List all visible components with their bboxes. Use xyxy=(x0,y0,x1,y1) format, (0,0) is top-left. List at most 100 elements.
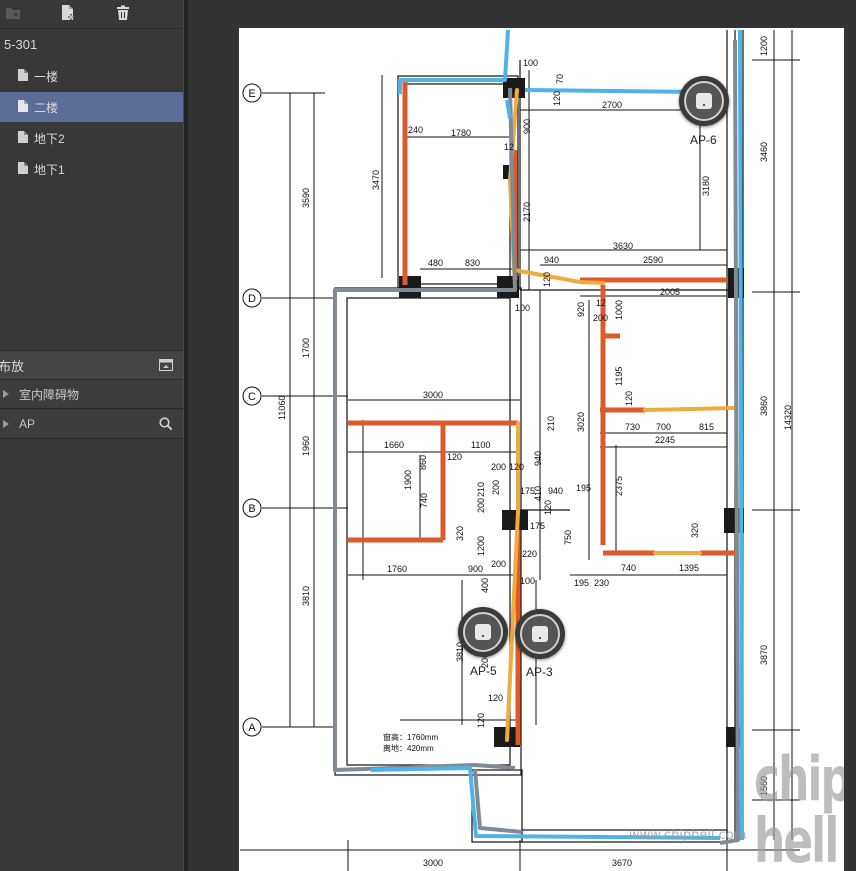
axis-label: C xyxy=(248,391,256,403)
tree-root-label[interactable]: 5-301 xyxy=(4,37,37,52)
document-icon xyxy=(18,161,28,177)
dimension-text: 1100 xyxy=(471,440,490,450)
axis-label: E xyxy=(248,88,255,100)
tree-item-label: 地下2 xyxy=(34,131,65,146)
ap-label: AP-6 xyxy=(690,133,717,147)
ap-label: AP-5 xyxy=(470,664,497,678)
dimension-text: 230 xyxy=(594,578,609,588)
tree-item-basement-2[interactable]: 地下2 xyxy=(0,123,183,153)
dimension-text: 860 xyxy=(418,455,428,470)
document-icon xyxy=(18,130,28,146)
dimension-text: 3810 xyxy=(301,586,311,606)
dimension-text: 3180 xyxy=(701,176,711,196)
dimension-text: 700 xyxy=(656,422,671,432)
dimension-text: 1660 xyxy=(384,440,404,450)
dimension-text: 70 xyxy=(555,74,565,84)
dimension-text: 100 xyxy=(523,58,538,68)
tree-item-floor-2[interactable]: 二楼 xyxy=(0,92,183,122)
expand-arrow-icon[interactable] xyxy=(3,390,9,398)
dimension-text: 900 xyxy=(468,564,483,574)
tree-item-label: 地下1 xyxy=(34,162,65,177)
collapse-panel-icon[interactable] xyxy=(159,359,173,374)
dimension-text: 100 xyxy=(515,303,530,313)
dimension-text: 220 xyxy=(522,549,537,559)
dimension-text: 730 xyxy=(625,422,640,432)
dimension-text: 940 xyxy=(548,486,563,496)
group-label: 室内障碍物 xyxy=(19,387,80,402)
dimension-text: 1780 xyxy=(451,128,471,138)
dimension-text: 815 xyxy=(699,422,714,432)
dimension-text: 175 xyxy=(530,521,545,531)
new-file-icon[interactable] xyxy=(59,3,77,23)
delete-icon[interactable] xyxy=(114,3,132,23)
access-point-icon xyxy=(532,626,548,642)
dimension-text: 120 xyxy=(543,500,553,515)
dimension-text: 1700 xyxy=(301,338,311,358)
panel-title: 布放 xyxy=(0,358,25,374)
dimension-text: 210 xyxy=(476,482,486,497)
group-ap[interactable]: AP xyxy=(0,410,183,439)
tree-item-floor-1[interactable]: 一楼 xyxy=(0,61,183,91)
sill-height-note: 离地：420mm xyxy=(383,743,434,753)
expand-arrow-icon[interactable] xyxy=(3,420,9,428)
tree-item-basement-1[interactable]: 地下1 xyxy=(0,154,183,184)
dimension-text: 3870 xyxy=(759,645,769,665)
access-point-icon xyxy=(696,93,712,109)
dimension-text: 900 xyxy=(522,119,532,134)
dimension-text: 1200 xyxy=(759,36,769,56)
group-indoor-obstacles[interactable]: 室内障碍物 xyxy=(0,380,183,409)
ap-label: AP-3 xyxy=(526,665,553,679)
dimension-text: 200 xyxy=(491,462,506,472)
dimension-text: 2245 xyxy=(655,435,675,445)
dimension-text: 750 xyxy=(563,530,573,545)
dimension-text: 940 xyxy=(533,451,543,466)
dimension-text: 195 xyxy=(574,578,589,588)
document-icon xyxy=(18,68,28,84)
access-point-marker[interactable] xyxy=(515,609,565,659)
floorplan-canvas[interactable]: E D C B A 100 70 120 2700 1200 240 1780 … xyxy=(239,28,844,871)
dimension-text: 3020 xyxy=(576,412,586,432)
placement-panel-header: 布放 xyxy=(0,350,183,380)
dimension-text: 3000 xyxy=(423,390,443,400)
dimension-text: 200 xyxy=(476,498,486,513)
access-point-marker[interactable] xyxy=(679,76,729,126)
dimension-text: 120 xyxy=(488,693,503,703)
dimension-text: 2590 xyxy=(643,255,663,265)
window-height-note: 窗高：1760mm xyxy=(383,732,438,742)
watermark-url: www.chiphell.com xyxy=(629,828,747,843)
axis-label: D xyxy=(248,293,256,305)
dimension-text: 120 xyxy=(552,91,562,106)
tree-item-label: 一楼 xyxy=(34,69,59,84)
dimension-text: 11060 xyxy=(277,396,287,420)
dimension-text: 2375 xyxy=(614,476,624,496)
toolbar-divider xyxy=(0,28,183,29)
dimension-text: 1900 xyxy=(403,470,413,490)
dimension-text: 1195 xyxy=(614,367,624,386)
dimension-text: 3000 xyxy=(423,858,443,868)
dimension-text: 120 xyxy=(447,452,462,462)
dimension-text: 120 xyxy=(624,391,634,406)
sidebar: 5-301 一楼 二楼 地下2 地下1 布放 室内障碍物 AP xyxy=(0,0,183,871)
dimension-text: 3470 xyxy=(371,170,381,190)
dimension-text: 2005 xyxy=(660,287,680,297)
dimension-text: 1960 xyxy=(301,436,311,456)
dimension-text: 14320 xyxy=(783,405,793,430)
search-icon[interactable] xyxy=(159,417,173,434)
access-point-marker[interactable] xyxy=(458,607,508,657)
dimension-text: 120 xyxy=(476,713,486,728)
dimension-text: 120 xyxy=(509,462,524,472)
dimension-text: 120 xyxy=(542,272,552,287)
dimension-text: 12 xyxy=(504,142,514,152)
dimension-text: 2700 xyxy=(602,100,622,110)
new-folder-icon[interactable] xyxy=(4,3,22,23)
tree-item-label: 二楼 xyxy=(34,100,59,115)
dimension-text: 100 xyxy=(520,576,535,586)
dimension-text: 920 xyxy=(576,302,586,317)
dimension-text: 320 xyxy=(455,526,465,541)
dimension-text: 12 xyxy=(596,298,606,308)
dimension-text: 200 xyxy=(593,313,608,323)
dimension-text: 830 xyxy=(465,258,480,268)
document-icon xyxy=(18,99,28,115)
dimension-text: 3460 xyxy=(759,142,769,162)
group-label: AP xyxy=(19,417,36,431)
